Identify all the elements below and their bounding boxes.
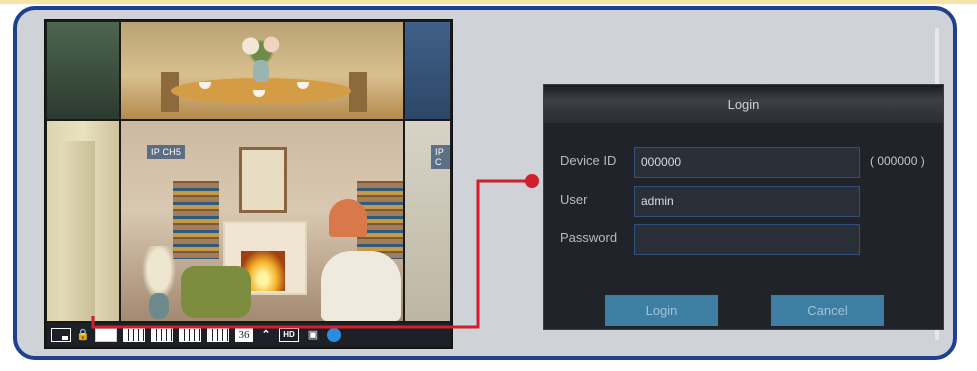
password-label: Password: [560, 230, 618, 245]
password-row: Password: [544, 224, 943, 255]
device-id-field[interactable]: 000000: [634, 147, 860, 178]
device-id-label: Device ID: [560, 153, 617, 168]
login-button[interactable]: Login: [605, 295, 718, 326]
user-field[interactable]: admin: [634, 186, 860, 217]
device-id-hint: ( 000000 ): [870, 154, 925, 168]
user-label: User: [560, 192, 588, 207]
password-field[interactable]: [634, 224, 860, 255]
user-row: User admin: [544, 186, 943, 217]
device-id-row: Device ID 000000 ( 000000 ): [544, 147, 943, 178]
dialog-title: Login: [544, 85, 943, 123]
connector-dot: [525, 174, 539, 188]
cancel-button[interactable]: Cancel: [771, 295, 884, 326]
login-dialog: Login Device ID 000000 ( 000000 ) User a…: [543, 84, 944, 330]
